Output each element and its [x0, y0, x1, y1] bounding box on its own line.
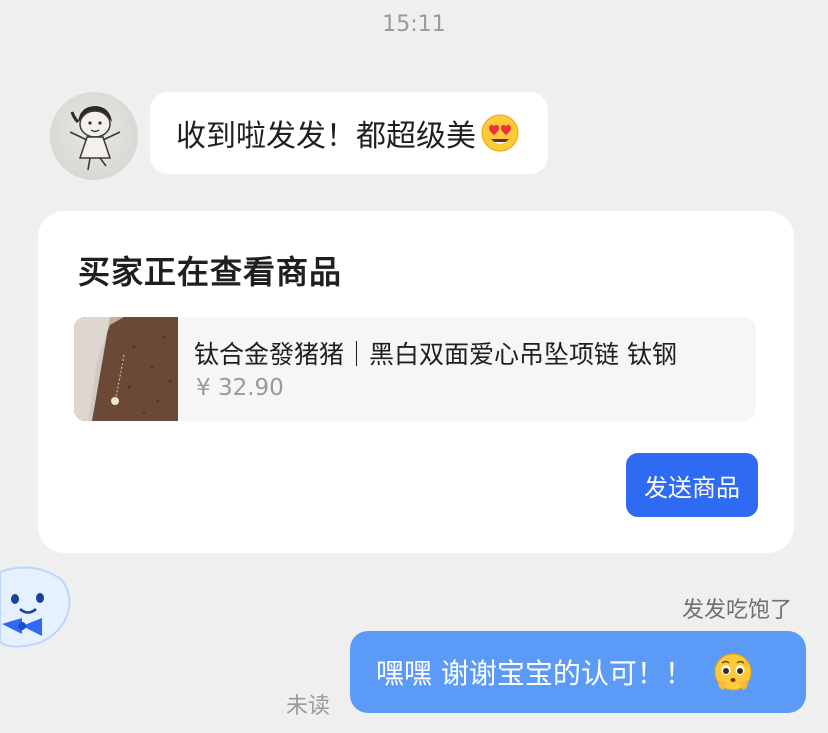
contact-avatar[interactable]	[50, 92, 138, 180]
pleading-face-emoji-icon	[713, 652, 753, 692]
product-name: 钛合金發猪猪｜黑白双面爱心吊坠项链 钛钢	[194, 340, 677, 369]
outgoing-message-bubble[interactable]: 嘿嘿 谢谢宝宝的认可！！	[350, 631, 806, 713]
card-title: 买家正在查看商品	[78, 253, 343, 291]
unread-status: 未读	[286, 694, 331, 719]
mascot-icon[interactable]	[0, 552, 74, 660]
product-item[interactable]: 钛合金發猪猪｜黑白双面爱心吊坠项链 钛钢 ¥ 32.90	[74, 317, 756, 421]
timestamp: 15:11	[382, 12, 446, 37]
product-photo	[74, 317, 178, 421]
product-card: 买家正在查看商品 钛合金發猪猪｜黑白双面爱心吊坠项链 钛钢 ¥ 32.90 发送…	[38, 211, 794, 553]
outgoing-message-text: 嘿嘿 谢谢宝宝的认可！！	[376, 657, 693, 690]
heart-eyes-emoji-icon	[480, 113, 520, 153]
incoming-message-text: 收到啦发发！都超级美	[176, 119, 476, 154]
send-product-button[interactable]: 发送商品	[626, 453, 758, 517]
product-price: ¥ 32.90	[196, 375, 284, 401]
product-thumbnail[interactable]	[74, 317, 178, 421]
incoming-message-bubble[interactable]: 收到啦发发！都超级美	[150, 92, 548, 174]
sender-name: 发发吃饱了	[681, 598, 792, 623]
avatar-illustration	[69, 106, 121, 171]
